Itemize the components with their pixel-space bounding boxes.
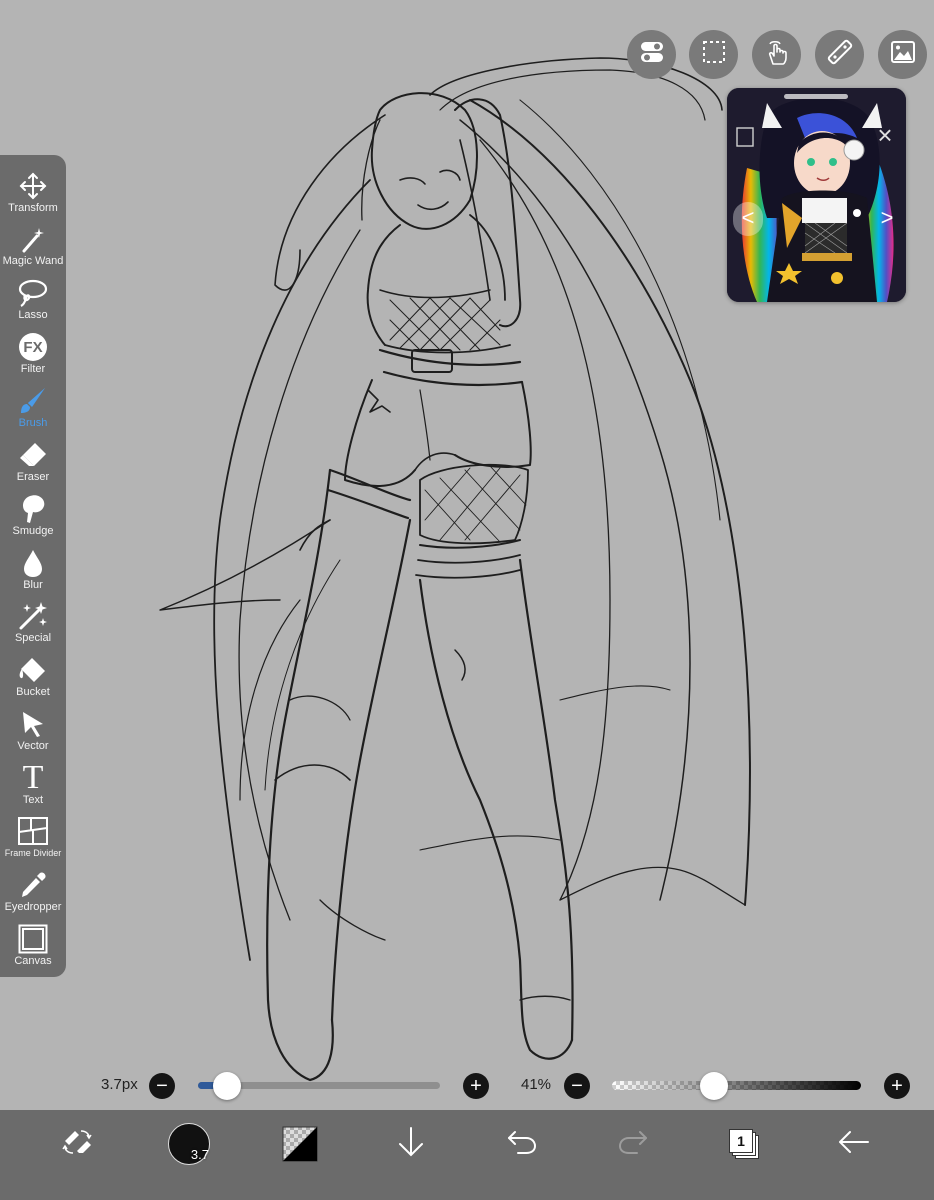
back-button[interactable] xyxy=(826,1122,882,1166)
reference-drag-handle[interactable] xyxy=(784,94,848,99)
tool-label: Text xyxy=(22,794,44,806)
brush-size-increase-button[interactable]: + xyxy=(463,1073,489,1099)
brush-size-badge: 3.7 xyxy=(190,1147,209,1162)
frame-divider-icon xyxy=(16,815,50,847)
minus-icon: − xyxy=(571,1075,583,1097)
character-sketch xyxy=(159,57,751,1082)
vector-arrow-icon xyxy=(16,708,50,740)
frame-icon xyxy=(735,127,755,152)
reference-window[interactable]: × < > xyxy=(727,88,906,302)
toggle-button[interactable] xyxy=(627,30,676,79)
toggle-icon xyxy=(639,39,665,70)
close-reference-button[interactable]: × xyxy=(873,122,897,148)
brush-size-decrease-button[interactable]: − xyxy=(149,1073,175,1099)
tool-label: Eyedropper xyxy=(4,901,62,913)
layers-button[interactable]: 1 xyxy=(716,1122,772,1166)
opacity-decrease-button[interactable]: − xyxy=(564,1073,590,1099)
tool-special[interactable]: Special xyxy=(0,593,66,645)
tool-magic-wand[interactable]: Magic Wand xyxy=(0,216,66,268)
canvas-icon xyxy=(16,923,50,955)
touch-button[interactable] xyxy=(752,30,801,79)
reference-prev-button[interactable]: < xyxy=(733,202,763,236)
tool-label: Brush xyxy=(18,417,48,429)
eyedropper-icon xyxy=(16,869,50,901)
tool-label: Filter xyxy=(20,363,46,375)
eraser-icon xyxy=(16,439,50,471)
tool-blur[interactable]: Blur xyxy=(0,540,66,592)
layers-icon: 1 xyxy=(727,1127,761,1161)
tool-label: Frame Divider xyxy=(4,848,62,858)
quick-tools-icon xyxy=(61,1127,95,1162)
selection-button[interactable] xyxy=(689,30,738,79)
brush-icon xyxy=(16,385,50,417)
plus-icon: + xyxy=(470,1075,482,1097)
chevron-right-icon: > xyxy=(880,205,894,230)
color-swatch xyxy=(282,1126,318,1162)
tool-label: Lasso xyxy=(18,309,48,321)
tool-transform[interactable]: Transform xyxy=(0,163,66,215)
quick-tools-button[interactable] xyxy=(50,1122,106,1166)
tool-label: Magic Wand xyxy=(2,255,64,267)
opacity-slider-knob[interactable] xyxy=(700,1072,729,1100)
smudge-icon xyxy=(16,493,50,525)
fx-icon: FX xyxy=(16,331,50,363)
minus-icon: − xyxy=(156,1075,168,1097)
ruler-button[interactable] xyxy=(815,30,864,79)
tool-frame-divider[interactable]: Frame Divider xyxy=(0,808,66,860)
close-icon: × xyxy=(877,120,893,150)
chevron-left-icon: < xyxy=(741,205,755,230)
opacity-slider[interactable] xyxy=(612,1081,861,1090)
redo-button[interactable] xyxy=(605,1122,661,1166)
sparkle-icon xyxy=(16,600,50,632)
download-icon xyxy=(396,1126,426,1163)
brush-size-icon: 3.7 xyxy=(168,1123,210,1165)
undo-icon xyxy=(506,1129,538,1160)
tool-lasso[interactable]: Lasso xyxy=(0,270,66,322)
back-arrow-icon xyxy=(837,1129,871,1160)
opacity-increase-button[interactable]: + xyxy=(884,1073,910,1099)
magic-wand-icon xyxy=(16,223,50,255)
selection-icon xyxy=(701,39,727,70)
tool-smudge[interactable]: Smudge xyxy=(0,486,66,538)
tool-label: Canvas xyxy=(14,955,52,967)
ruler-icon xyxy=(826,38,854,71)
droplet-icon xyxy=(16,547,50,579)
tool-bucket[interactable]: Bucket xyxy=(0,647,66,699)
fit-frame-button[interactable] xyxy=(735,126,755,148)
lasso-icon xyxy=(16,277,50,309)
tool-label: Special xyxy=(14,632,52,644)
reference-image-button[interactable] xyxy=(878,30,927,79)
text-icon: T xyxy=(22,759,44,796)
tool-label: Smudge xyxy=(12,525,54,537)
tool-label: Bucket xyxy=(16,686,50,698)
tool-label: Vector xyxy=(17,740,49,752)
brush-size-slider-knob[interactable] xyxy=(213,1072,242,1100)
tool-text[interactable]: T Text xyxy=(0,755,66,807)
tool-label: Blur xyxy=(23,579,43,591)
tool-canvas[interactable]: Canvas xyxy=(0,916,66,968)
bucket-icon xyxy=(16,654,50,686)
undo-button[interactable] xyxy=(494,1122,550,1166)
redo-icon xyxy=(617,1129,649,1160)
brush-size-button[interactable]: 3.7 xyxy=(161,1122,217,1166)
reference-next-button[interactable]: > xyxy=(872,202,902,236)
tool-eyedropper[interactable]: Eyedropper xyxy=(0,862,66,914)
touch-icon xyxy=(764,38,790,71)
plus-icon: + xyxy=(891,1075,903,1097)
bottom-toolbar: 3.7 1 xyxy=(0,1110,934,1200)
tool-label: Transform xyxy=(8,202,58,214)
tool-eraser[interactable]: Eraser xyxy=(0,432,66,484)
tool-filter[interactable]: FX Filter xyxy=(0,324,66,376)
image-icon xyxy=(890,39,916,70)
tool-label: Eraser xyxy=(16,471,50,483)
download-button[interactable] xyxy=(383,1122,439,1166)
color-button[interactable] xyxy=(272,1122,328,1166)
transform-icon xyxy=(16,170,50,202)
tool-brush[interactable]: Brush xyxy=(0,378,66,430)
opacity-value: 41% xyxy=(521,1076,552,1093)
brush-size-value: 3.7px xyxy=(101,1076,138,1093)
layer-count: 1 xyxy=(729,1129,753,1153)
tool-vector[interactable]: Vector xyxy=(0,701,66,753)
